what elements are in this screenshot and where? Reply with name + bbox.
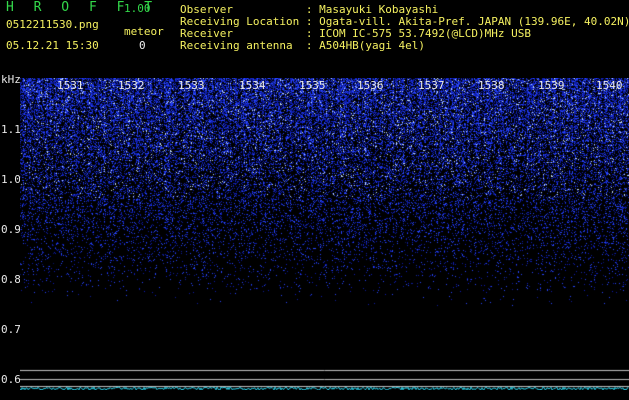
y-tick-1-0: 1.0 bbox=[1, 173, 21, 186]
file-name: 0512211530.png bbox=[6, 18, 99, 31]
antenna-info: Receiving antenna : A504HB(yagi 4el) bbox=[180, 39, 426, 52]
y-tick-0-6: 0.6 bbox=[1, 373, 21, 386]
meteor-label: meteor bbox=[124, 25, 164, 38]
y-tick-1-1: 1.1 bbox=[1, 123, 21, 136]
x-tick-1540: 1540 bbox=[596, 79, 623, 92]
x-tick-1535: 1535 bbox=[299, 79, 326, 92]
y-tick-0-8: 0.8 bbox=[1, 273, 21, 286]
x-tick-1539: 1539 bbox=[538, 79, 565, 92]
x-tick-1534: 1534 bbox=[239, 79, 266, 92]
y-tick-0-7: 0.7 bbox=[1, 323, 21, 336]
x-tick-1531: 1531 bbox=[57, 79, 84, 92]
app-version: 1.00 bbox=[124, 2, 151, 15]
x-tick-1537: 1537 bbox=[418, 79, 445, 92]
observation-datetime: 05.12.21 15:30 bbox=[6, 39, 99, 52]
x-tick-1532: 1532 bbox=[118, 79, 145, 92]
x-tick-1538: 1538 bbox=[478, 79, 505, 92]
y-axis-unit: kHz bbox=[1, 73, 21, 86]
x-tick-1536: 1536 bbox=[357, 79, 384, 92]
spectrogram bbox=[20, 78, 629, 390]
x-tick-1533: 1533 bbox=[178, 79, 205, 92]
meteor-count: 0 bbox=[139, 39, 146, 52]
y-tick-0-9: 0.9 bbox=[1, 223, 21, 236]
